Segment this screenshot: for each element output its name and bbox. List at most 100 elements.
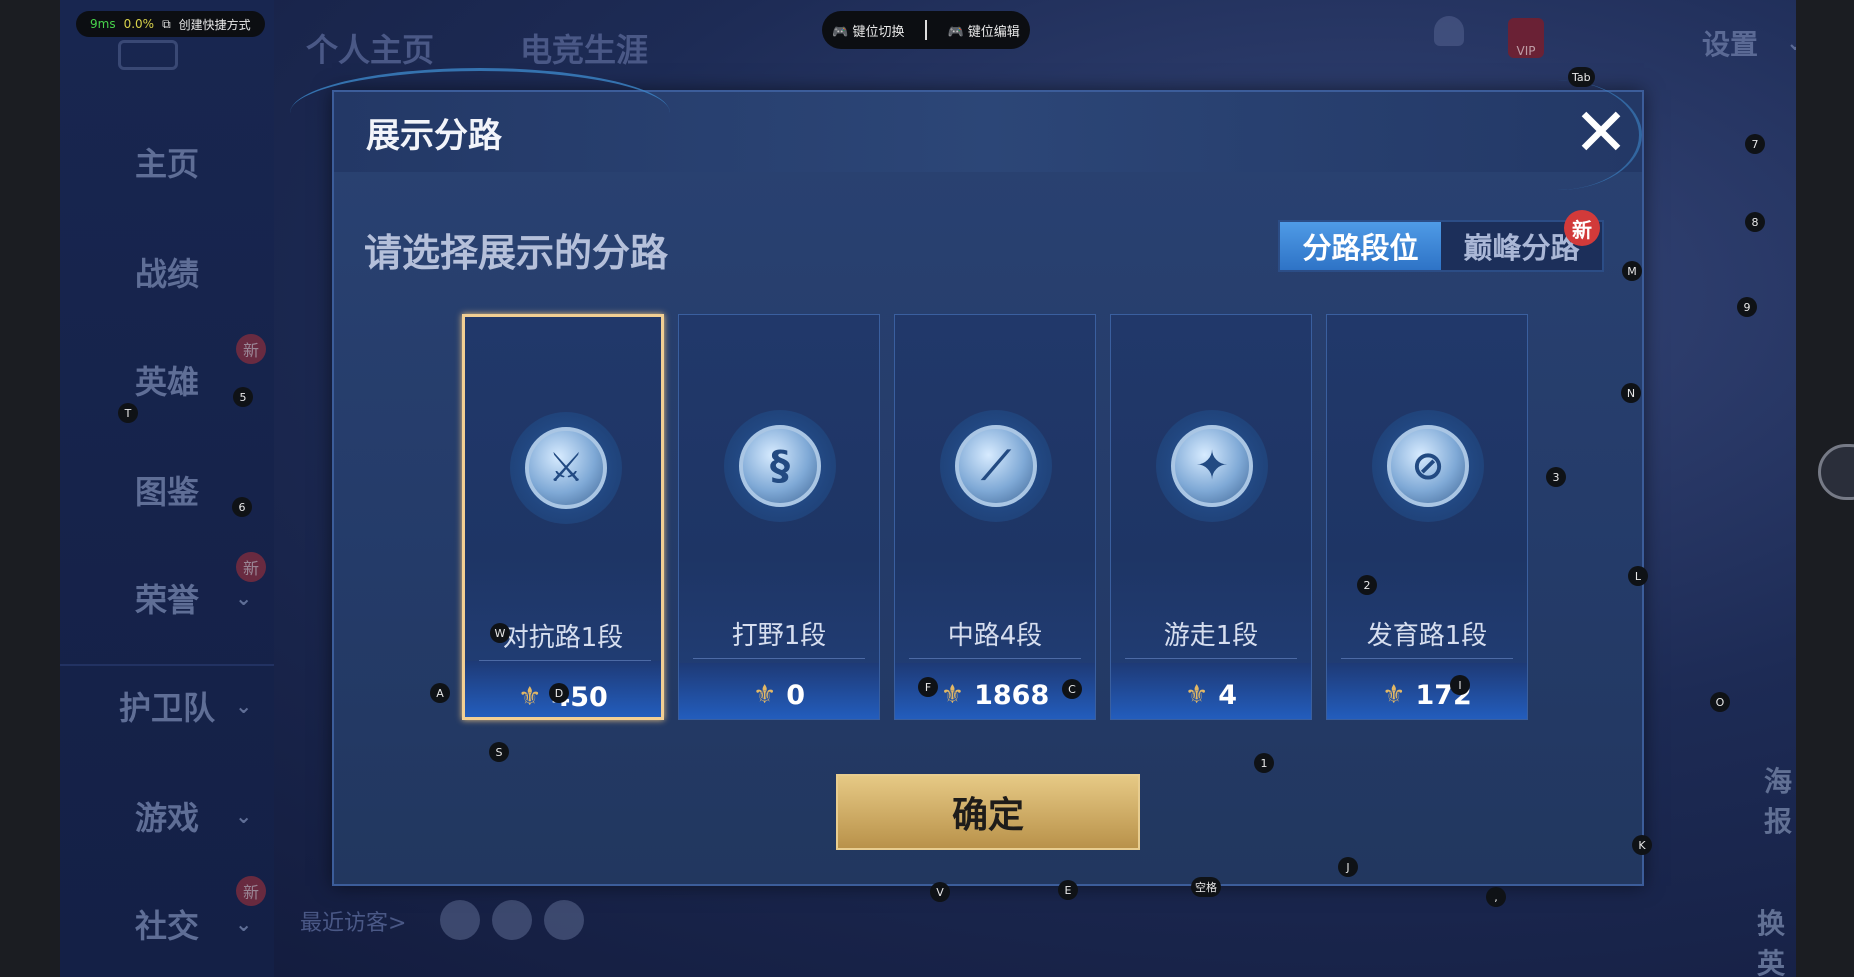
key-hint-badge: D <box>549 683 569 703</box>
sidebar-item-label: 英雄 <box>134 363 199 401</box>
key-hint-badge: A <box>430 683 450 703</box>
route-label: 发育路1段 <box>1366 621 1488 651</box>
bow-icon: ⊘ <box>1387 425 1469 507</box>
bell-icon[interactable] <box>1434 16 1464 46</box>
key-hint-badge: O <box>1710 692 1730 712</box>
sidebar-item-record[interactable]: 战绩 <box>60 232 274 312</box>
card-emblem: ⊘ <box>1372 410 1484 522</box>
chevron-down-icon: ⌄ <box>235 586 252 610</box>
divider <box>909 658 1081 659</box>
key-hint-badge: 5 <box>233 387 253 407</box>
dialog-ornament <box>290 68 670 158</box>
rank-icon: ⚜ <box>940 680 965 710</box>
route-score-value: 4 <box>1218 679 1238 711</box>
key-hint-badge: 空格 <box>1191 877 1221 897</box>
key-mapping-bar: 🎮 键位切换 🎮 键位编辑 <box>822 11 1030 49</box>
route-card-farm[interactable]: ⊘ 发育路1段 ⚜ 172 <box>1326 314 1528 720</box>
sidebar-item-label: 社交 <box>134 907 199 945</box>
new-badge: 新 <box>1564 210 1600 246</box>
key-hint-badge: 6 <box>232 497 252 517</box>
route-display-dialog: 展示分路 ✕ 请选择展示的分路 分路段位 巅峰分路 新 ⚔ 对抗路1段 ⚜ 450 <box>332 90 1644 886</box>
new-badge: 新 <box>236 552 266 582</box>
sidebar-item-label: 游戏 <box>134 799 199 837</box>
key-hint-badge: C <box>1062 679 1082 699</box>
recent-visitors-link[interactable]: 最近访客> <box>300 905 406 937</box>
key-hint-badge: L <box>1628 566 1648 586</box>
sidebar-item-label: 荣誉 <box>134 581 199 619</box>
ping-value: 9ms <box>90 17 116 31</box>
confirm-button[interactable]: 确定 <box>836 774 1140 850</box>
game-app: 主页 战绩 英雄 新 图鉴 荣誉 ⌄ 新 护卫队 ⌄ 游戏 ⌄ 社交 ⌄ 新 个人主页 … <box>60 0 1796 977</box>
sidebar-item-guard[interactable]: 护卫队 ⌄ <box>60 666 274 746</box>
route-score-value: 1868 <box>974 679 1050 711</box>
chevron-down-icon: ⌄ <box>235 912 252 936</box>
tab-esports[interactable]: 电竞生涯 <box>520 25 648 71</box>
rank-icon: ⚜ <box>1184 680 1209 710</box>
card-emblem: ⟋ <box>940 410 1052 522</box>
staff-icon: ⟋ <box>955 425 1037 507</box>
key-switch-button[interactable]: 🎮 键位切换 <box>832 21 904 40</box>
key-hint-badge: 7 <box>1745 134 1765 154</box>
divider <box>693 658 865 659</box>
settings-menu[interactable]: 设置 ⌄ <box>1702 18 1796 68</box>
route-card-top[interactable]: ⚔ 对抗路1段 ⚜ 450 <box>462 314 664 720</box>
key-hint-badge: F <box>918 677 938 697</box>
key-hint-badge: T <box>118 403 138 423</box>
route-score-value: 0 <box>786 679 806 711</box>
sidebar: 主页 战绩 英雄 新 图鉴 荣誉 ⌄ 新 护卫队 ⌄ 游戏 ⌄ 社交 ⌄ 新 <box>60 0 274 977</box>
avatar[interactable] <box>492 900 532 940</box>
key-hint-badge: E <box>1058 880 1078 900</box>
route-score: ⚜ 0 <box>679 671 879 719</box>
key-hint-badge: N <box>1621 383 1641 403</box>
route-card-mid[interactable]: ⟋ 中路4段 ⚜ 1868 <box>894 314 1096 720</box>
card-emblem: ✦ <box>1156 410 1268 522</box>
avatar[interactable] <box>544 900 584 940</box>
route-label: 游走1段 <box>1163 621 1259 651</box>
swap-hero-button[interactable]: 换英雄 <box>1757 902 1796 977</box>
shortcut-icon: ⧉ <box>162 16 171 31</box>
key-hint-badge: Tab <box>1568 67 1595 87</box>
key-hint-badge: , <box>1486 887 1506 907</box>
route-card-list: ⚔ 对抗路1段 ⚜ 450 § 打野1段 ⚜ 0 ⟋ 中路4段 ⚜ 1868 ✦… <box>462 314 1562 724</box>
divider <box>925 20 927 40</box>
dragon-icon: § <box>739 425 821 507</box>
loss-value: 0.0% <box>123 17 155 31</box>
chevron-down-icon: ⌄ <box>235 694 252 718</box>
divider <box>1341 658 1513 659</box>
route-mode-toggle: 分路段位 巅峰分路 新 <box>1278 210 1604 272</box>
key-hint-badge: M <box>1622 261 1642 281</box>
dialog-prompt: 请选择展示的分路 <box>364 231 669 275</box>
network-status[interactable]: 9ms 0.0% ⧉ 创建快捷方式 <box>76 11 265 37</box>
sidebar-item-codex[interactable]: 图鉴 <box>60 450 274 530</box>
key-hint-badge: 3 <box>1546 467 1566 487</box>
dialog-ornament <box>1472 80 1642 190</box>
key-switch-label: 键位切换 <box>852 24 905 40</box>
key-hint-badge: K <box>1632 835 1652 855</box>
route-card-roam[interactable]: ✦ 游走1段 ⚜ 4 <box>1110 314 1312 720</box>
new-badge: 新 <box>236 334 266 364</box>
key-edit-button[interactable]: 🎮 键位编辑 <box>947 21 1019 40</box>
divider <box>479 660 651 661</box>
side-float-button[interactable] <box>1818 444 1854 500</box>
sidebar-item-label: 战绩 <box>134 255 199 293</box>
card-emblem: § <box>724 410 836 522</box>
tab-profile[interactable]: 个人主页 <box>306 25 434 71</box>
create-shortcut-link[interactable]: 创建快捷方式 <box>179 16 251 33</box>
sidebar-item-game[interactable]: 游戏 ⌄ <box>60 776 274 856</box>
sidebar-item-label: 主页 <box>134 145 199 183</box>
vip-icon[interactable]: VIP <box>1508 18 1544 58</box>
key-hint-badge: W <box>490 623 510 643</box>
key-hint-badge: I <box>1450 675 1470 695</box>
chevron-down-icon: ⌄ <box>235 804 252 828</box>
gamepad-icon: 🎮 <box>947 24 964 40</box>
wings-icon: ✦ <box>1171 425 1253 507</box>
route-score: ⚜ 4 <box>1111 671 1311 719</box>
key-hint-badge: 9 <box>1737 297 1757 317</box>
key-hint-badge: 2 <box>1357 575 1377 595</box>
sidebar-item-home[interactable]: 主页 <box>60 122 274 202</box>
route-card-jungle[interactable]: § 打野1段 ⚜ 0 <box>678 314 880 720</box>
tab-route-rank[interactable]: 分路段位 <box>1280 222 1441 270</box>
avatar[interactable] <box>440 900 480 940</box>
rank-icon: ⚜ <box>1382 680 1406 710</box>
poster-button[interactable]: 海报 <box>1764 760 1796 840</box>
